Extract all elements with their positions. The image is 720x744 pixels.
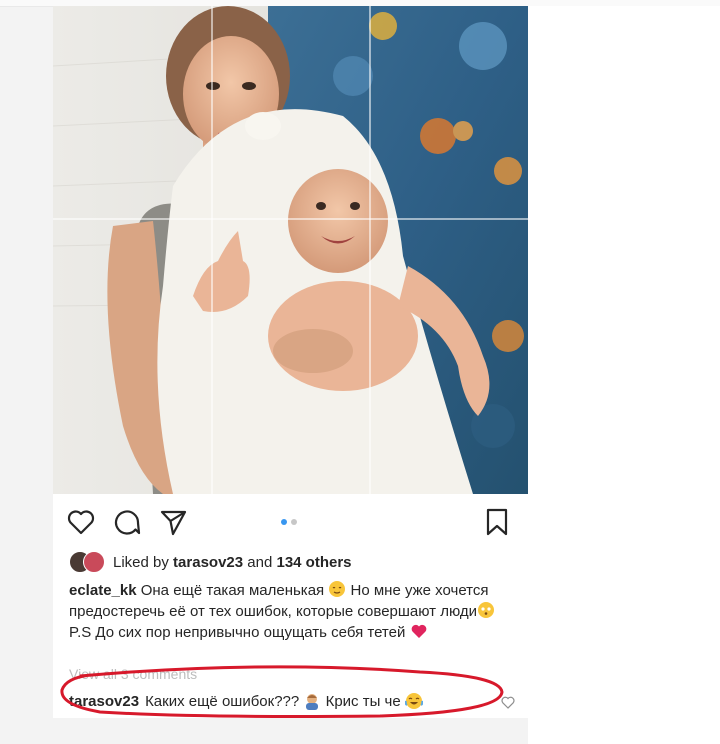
comment-text-2: Крис ты че (325, 692, 401, 710)
liked-by-others[interactable]: 134 others (276, 554, 351, 571)
liked-by-prefix: Liked by (113, 553, 169, 571)
view-all-comments-link[interactable]: View all 3 comments (69, 666, 197, 682)
comment-username[interactable]: tarasov23 (69, 693, 139, 710)
grid-line-h1 (53, 218, 528, 220)
action-bar (53, 500, 528, 546)
relieved-face-emoji-icon (329, 581, 346, 597)
flushed-face-emoji-icon (478, 602, 495, 618)
likes-row[interactable]: Liked by tarasov23 and 134 others (69, 550, 352, 574)
avatar (83, 551, 105, 573)
caption-username[interactable]: eclate_kk (69, 582, 137, 599)
caption-ps: P.S До сих пор непривычно ощущать себя т… (69, 624, 406, 641)
carousel-indicator (281, 519, 297, 525)
grid-line-v2 (369, 6, 371, 494)
liked-by-and: and (247, 553, 273, 571)
post-image (53, 6, 528, 494)
liker-avatars (69, 551, 109, 573)
liked-by-user[interactable]: tarasov23 (173, 554, 243, 571)
man-emoji-icon (306, 694, 319, 710)
right-panel (528, 6, 720, 744)
grid-line-v1 (211, 6, 213, 494)
tears-of-joy-emoji-icon (404, 693, 423, 709)
bookmark-icon[interactable] (481, 506, 513, 538)
heart-outline-icon[interactable] (65, 506, 97, 538)
carousel-dot-active[interactable] (281, 519, 287, 525)
red-heart-emoji-icon (411, 624, 426, 638)
caption-text: Она ещё такая маленькая (140, 582, 325, 599)
heart-small-icon[interactable] (501, 696, 515, 714)
instagram-post: Liked by tarasov23 and 134 others eclate… (53, 6, 528, 718)
post-photo[interactable] (53, 6, 528, 494)
carousel-dot[interactable] (291, 519, 297, 525)
comment-bubble-icon[interactable] (111, 506, 143, 538)
comment-row: tarasov23 Каких ещё ошибок??? Крис ты че (69, 692, 423, 710)
comment-text-1: Каких ещё ошибок??? (145, 692, 300, 710)
paper-plane-icon[interactable] (157, 506, 189, 538)
post-caption: eclate_kk Она ещё такая маленькая Но мне… (69, 580, 519, 643)
